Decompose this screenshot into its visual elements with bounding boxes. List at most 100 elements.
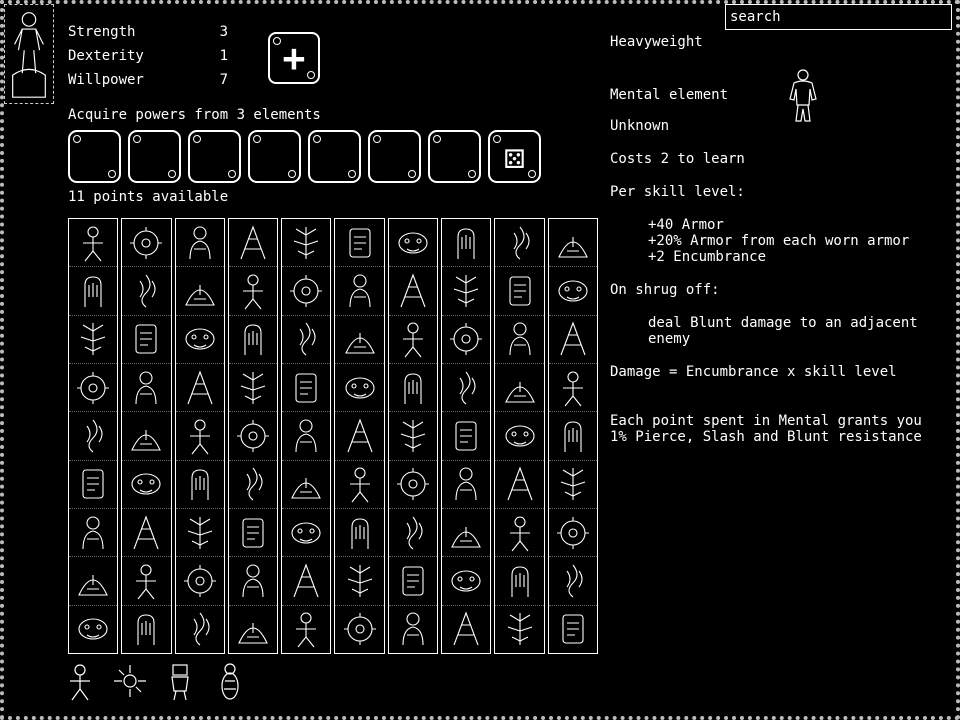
skill-cell[interactable] bbox=[229, 606, 277, 653]
skill-cell[interactable] bbox=[548, 461, 597, 509]
skill-cell[interactable] bbox=[389, 606, 437, 653]
skill-cell[interactable] bbox=[69, 219, 118, 268]
acquired-skill[interactable] bbox=[208, 656, 252, 706]
skill-cell[interactable] bbox=[388, 316, 438, 364]
acquired-skill[interactable] bbox=[58, 656, 102, 706]
add-stat-button[interactable]: + bbox=[268, 32, 320, 84]
skill-cell[interactable] bbox=[442, 219, 491, 268]
skill-cell[interactable] bbox=[548, 509, 597, 558]
skill-cell[interactable] bbox=[335, 267, 384, 316]
element-slot[interactable] bbox=[188, 130, 241, 183]
skill-cell[interactable] bbox=[442, 316, 491, 364]
skill-cell[interactable] bbox=[122, 219, 171, 268]
skill-cell[interactable] bbox=[282, 316, 331, 364]
skill-cell[interactable] bbox=[175, 364, 224, 413]
skill-cell[interactable] bbox=[282, 461, 331, 509]
skill-cell[interactable] bbox=[282, 606, 330, 653]
skill-cell[interactable] bbox=[442, 364, 491, 413]
skill-cell[interactable] bbox=[69, 412, 118, 461]
skill-cell[interactable] bbox=[548, 316, 597, 364]
skill-cell[interactable] bbox=[282, 509, 331, 558]
skill-cell[interactable] bbox=[442, 267, 491, 316]
skill-cell[interactable] bbox=[69, 557, 118, 606]
skill-cell[interactable] bbox=[122, 557, 171, 606]
element-slot[interactable] bbox=[68, 130, 121, 183]
skill-cell[interactable] bbox=[282, 412, 331, 461]
skill-cell[interactable] bbox=[388, 267, 438, 316]
skill-cell[interactable] bbox=[122, 461, 171, 509]
skill-cell[interactable] bbox=[442, 606, 490, 653]
skill-cell[interactable] bbox=[388, 364, 438, 413]
skill-cell[interactable] bbox=[442, 509, 491, 558]
skill-cell[interactable] bbox=[175, 557, 224, 606]
skill-cell[interactable] bbox=[228, 364, 278, 413]
skill-cell[interactable] bbox=[495, 606, 543, 653]
skill-cell[interactable] bbox=[495, 509, 544, 558]
skill-cell[interactable] bbox=[228, 557, 278, 606]
skill-cell[interactable] bbox=[495, 219, 544, 268]
skill-cell[interactable] bbox=[122, 412, 171, 461]
skill-cell[interactable] bbox=[335, 557, 384, 606]
skill-cell[interactable] bbox=[122, 364, 171, 413]
skill-cell[interactable] bbox=[335, 364, 384, 413]
skill-cell[interactable] bbox=[495, 316, 544, 364]
skill-cell[interactable] bbox=[228, 267, 278, 316]
skill-cell[interactable] bbox=[495, 557, 544, 606]
skill-cell[interactable] bbox=[175, 316, 224, 364]
skill-cell[interactable] bbox=[228, 461, 278, 509]
skill-cell[interactable] bbox=[388, 412, 438, 461]
element-slot[interactable] bbox=[368, 130, 421, 183]
skill-cell[interactable] bbox=[122, 509, 171, 558]
skill-cell[interactable] bbox=[442, 412, 491, 461]
skill-cell[interactable] bbox=[282, 557, 331, 606]
skill-cell[interactable] bbox=[282, 219, 331, 268]
skill-cell[interactable] bbox=[175, 267, 224, 316]
skill-cell[interactable] bbox=[335, 606, 383, 653]
element-slot[interactable] bbox=[428, 130, 481, 183]
skill-cell[interactable] bbox=[548, 364, 597, 413]
acquired-skill[interactable] bbox=[108, 656, 152, 706]
skill-cell[interactable] bbox=[69, 267, 118, 316]
skill-cell[interactable] bbox=[122, 316, 171, 364]
skill-cell[interactable] bbox=[335, 316, 384, 364]
skill-cell[interactable] bbox=[335, 412, 384, 461]
element-slot[interactable] bbox=[308, 130, 361, 183]
skill-cell[interactable] bbox=[495, 412, 544, 461]
skill-cell[interactable] bbox=[122, 606, 170, 653]
search-input[interactable] bbox=[725, 4, 952, 30]
skill-cell[interactable] bbox=[69, 606, 117, 653]
skill-cell[interactable] bbox=[69, 316, 118, 364]
skill-cell[interactable] bbox=[228, 219, 278, 268]
skill-cell[interactable] bbox=[548, 557, 597, 606]
skill-cell[interactable] bbox=[495, 364, 544, 413]
skill-cell[interactable] bbox=[388, 509, 438, 558]
skill-cell[interactable] bbox=[442, 557, 491, 606]
skill-cell[interactable] bbox=[228, 316, 278, 364]
skill-cell[interactable] bbox=[69, 461, 118, 509]
skill-cell[interactable] bbox=[175, 509, 224, 558]
skill-cell[interactable] bbox=[442, 461, 491, 509]
element-slot[interactable] bbox=[128, 130, 181, 183]
skill-cell[interactable] bbox=[548, 267, 597, 316]
skill-cell[interactable] bbox=[388, 461, 438, 509]
skill-cell[interactable] bbox=[175, 461, 224, 509]
skill-cell[interactable] bbox=[175, 219, 224, 268]
skill-cell[interactable] bbox=[335, 509, 384, 558]
skill-cell[interactable] bbox=[175, 412, 224, 461]
skill-cell[interactable] bbox=[228, 412, 278, 461]
skill-cell[interactable] bbox=[176, 606, 224, 653]
skill-cell[interactable] bbox=[495, 267, 544, 316]
skill-cell[interactable] bbox=[69, 364, 118, 413]
skill-cell[interactable] bbox=[282, 267, 331, 316]
element-slot[interactable] bbox=[248, 130, 301, 183]
randomize-button[interactable]: ⚄ bbox=[488, 130, 541, 183]
skill-cell[interactable] bbox=[69, 509, 118, 558]
skill-cell[interactable] bbox=[282, 364, 331, 413]
skill-cell[interactable] bbox=[335, 461, 384, 509]
skill-cell[interactable] bbox=[548, 412, 597, 461]
skill-cell[interactable] bbox=[549, 606, 597, 653]
skill-cell[interactable] bbox=[388, 557, 438, 606]
skill-cell[interactable] bbox=[228, 509, 278, 558]
acquired-skill[interactable] bbox=[158, 656, 202, 706]
skill-cell[interactable] bbox=[495, 461, 544, 509]
